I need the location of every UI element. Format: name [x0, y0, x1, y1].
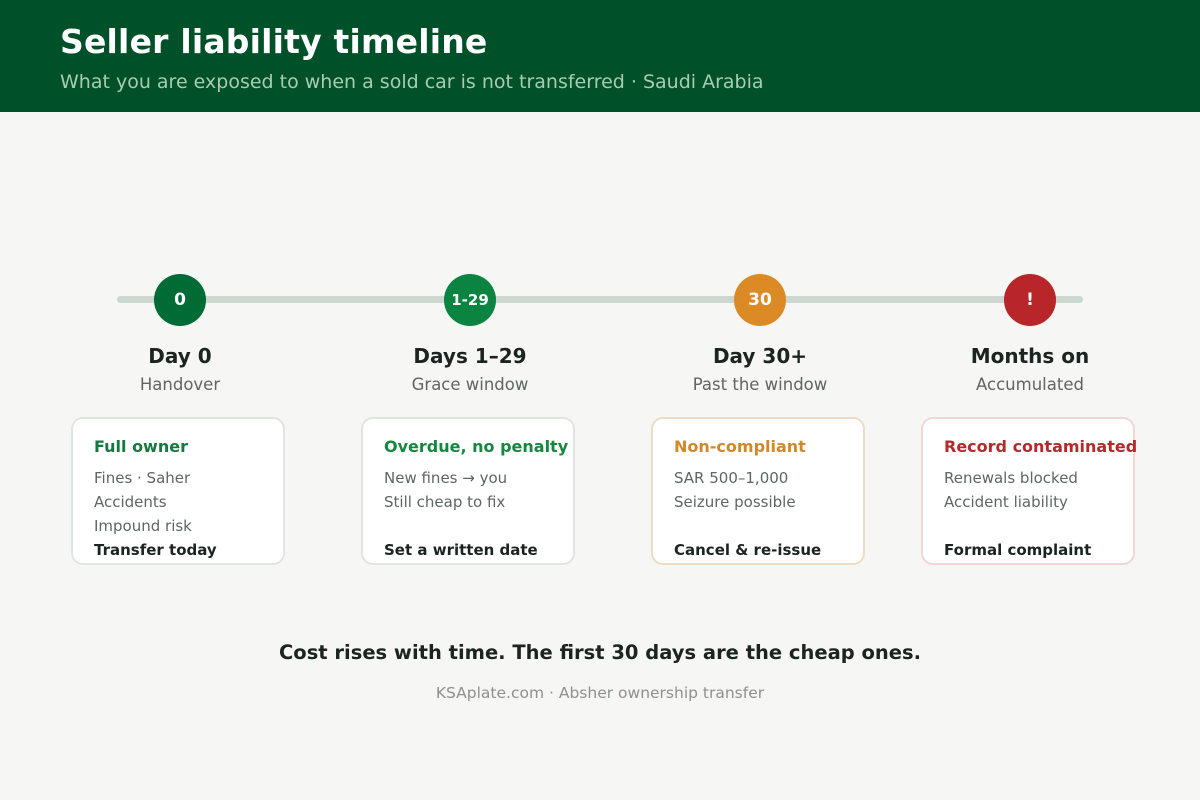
step-subtitle: Handover [139, 375, 221, 394]
page-title: Seller liability timeline [60, 22, 488, 61]
card-line: Accidents [94, 493, 167, 511]
step-card: Record contaminated Renewals blocked Acc… [921, 417, 1138, 565]
card-line: Fines · Saher [94, 469, 191, 487]
step-subtitle: Past the window [692, 375, 828, 394]
card-line: Accident liability [944, 493, 1068, 511]
card-lines: SAR 500–1,000 Seizure possible [674, 466, 796, 514]
step-marker: ! [1004, 274, 1056, 326]
card-heading: Record contaminated [944, 437, 1138, 456]
card-line: Impound risk [94, 517, 192, 535]
card-action: Cancel & re-issue [674, 541, 822, 559]
footer-credit: KSAplate.com · Absher ownership transfer [435, 684, 765, 702]
card-action: Formal complaint [944, 541, 1092, 559]
card-line: Still cheap to fix [384, 493, 506, 511]
card-line: New fines → you [384, 469, 508, 487]
card-action: Set a written date [384, 541, 538, 559]
step-title: Day 30+ [712, 344, 808, 368]
card-heading: Full owner [94, 437, 188, 456]
card-line: Renewals blocked [944, 469, 1078, 487]
card-lines: Renewals blocked Accident liability [944, 466, 1078, 514]
step-card: Overdue, no penalty New fines → you Stil… [361, 417, 575, 565]
step-card: Non-compliant SAR 500–1,000 Seizure poss… [651, 417, 865, 565]
card-line: Seizure possible [674, 493, 796, 511]
step-card: Full owner Fines · Saher Accidents Impou… [71, 417, 285, 565]
conclusion-text: Cost rises with time. The first 30 days … [278, 641, 922, 664]
step-marker: 1-29 [444, 274, 496, 326]
step-marker: 30 [734, 274, 786, 326]
timeline-track [117, 296, 1083, 303]
step-subtitle: Accumulated [976, 375, 1084, 394]
page-subtitle: What you are exposed to when a sold car … [60, 71, 764, 93]
card-action: Transfer today [94, 541, 217, 559]
step-subtitle: Grace window [411, 375, 529, 394]
header-banner: Seller liability timeline What you are e… [0, 0, 1200, 112]
card-heading: Non-compliant [674, 437, 806, 456]
step-title: Day 0 [148, 344, 212, 368]
step-title: Days 1–29 [413, 344, 527, 368]
step-title: Months on [970, 344, 1090, 368]
card-line: SAR 500–1,000 [674, 469, 789, 487]
card-heading: Overdue, no penalty [384, 437, 569, 456]
step-marker: 0 [154, 274, 206, 326]
card-lines: New fines → you Still cheap to fix [384, 466, 507, 514]
card-lines: Fines · Saher Accidents Impound risk [94, 466, 192, 538]
